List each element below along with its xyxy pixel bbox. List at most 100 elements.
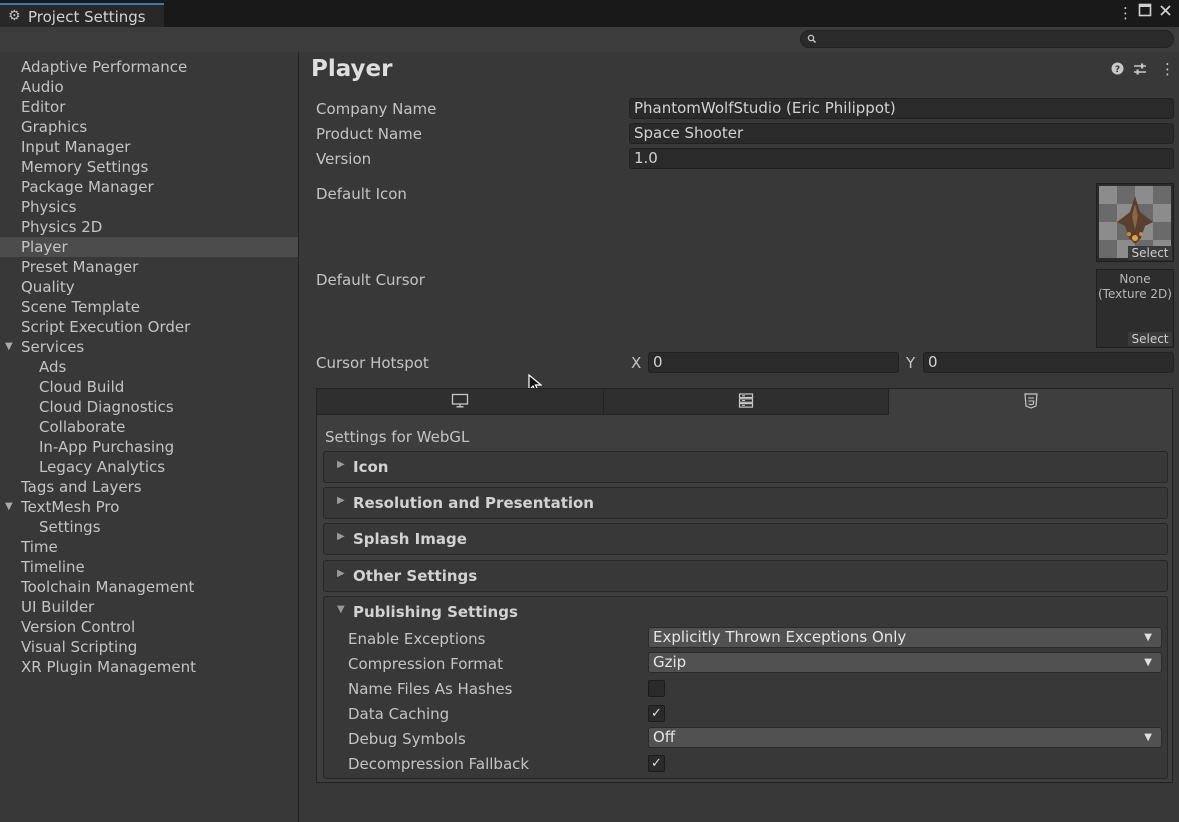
- sidebar-item-in-app-purchasing[interactable]: In-App Purchasing: [0, 437, 298, 457]
- name-files-as-hashes-label: Name Files As Hashes: [348, 680, 513, 698]
- sidebar-item-label: Toolchain Management: [21, 578, 195, 596]
- cursor-type-text: (Texture 2D): [1098, 287, 1172, 301]
- expand-arrow-icon[interactable]: ▼: [5, 337, 13, 357]
- company-name-field[interactable]: PhantomWolfStudio (Eric Philippot): [629, 98, 1174, 119]
- foldout-resolution[interactable]: ▶ Resolution and Presentation: [323, 487, 1168, 519]
- sidebar-item-textmesh-pro[interactable]: ▼ TextMesh Pro: [0, 497, 298, 517]
- sidebar-item-input-manager[interactable]: Input Manager: [0, 137, 298, 157]
- sidebar-item-memory-settings[interactable]: Memory Settings: [0, 157, 298, 177]
- cursor-none-text: None: [1119, 272, 1151, 286]
- sidebar-item-label: Ads: [39, 358, 67, 376]
- preset-sliders-icon[interactable]: [1133, 62, 1147, 80]
- tab-standalone[interactable]: [316, 388, 604, 415]
- compression-format-dropdown[interactable]: Gzip ▼: [648, 652, 1162, 673]
- dropdown-value: Off: [653, 728, 676, 746]
- sidebar-item-settings[interactable]: Settings: [0, 517, 298, 537]
- search-input[interactable]: [800, 30, 1174, 48]
- sidebar-item-editor[interactable]: Editor: [0, 97, 298, 117]
- company-name-label: Company Name: [316, 100, 437, 118]
- collapsed-arrow-icon: ▶: [337, 495, 345, 506]
- sidebar-item-label: Editor: [21, 98, 66, 116]
- sidebar-item-legacy-analytics[interactable]: Legacy Analytics: [0, 457, 298, 477]
- window-titlebar: [0, 0, 1179, 27]
- sidebar-item-label: Settings: [39, 518, 101, 536]
- tab-webgl[interactable]: [888, 388, 1173, 415]
- sidebar-item-quality[interactable]: Quality: [0, 277, 298, 297]
- sidebar-item-physics[interactable]: Physics: [0, 197, 298, 217]
- checkmark-icon: ✓: [651, 756, 662, 771]
- default-icon-select-button[interactable]: Select: [1128, 246, 1172, 260]
- context-menu-icon[interactable]: ⋮: [1160, 60, 1175, 78]
- sidebar-item-tags-and-layers[interactable]: Tags and Layers: [0, 477, 298, 497]
- search-icon: [807, 31, 817, 50]
- sidebar-item-preset-manager[interactable]: Preset Manager: [0, 257, 298, 277]
- kebab-menu-icon[interactable]: ⋮: [1118, 4, 1133, 22]
- sidebar-item-version-control[interactable]: Version Control: [0, 617, 298, 637]
- sidebar-item-timeline[interactable]: Timeline: [0, 557, 298, 577]
- sidebar-item-label: Input Manager: [21, 138, 131, 156]
- sidebar-item-graphics[interactable]: Graphics: [0, 117, 298, 137]
- foldout-splash-image[interactable]: ▶ Splash Image: [323, 523, 1168, 555]
- sidebar-item-label: Scene Template: [21, 298, 140, 316]
- foldout-other-settings[interactable]: ▶ Other Settings: [323, 560, 1168, 592]
- sidebar-item-xr-plugin-management[interactable]: XR Plugin Management: [0, 657, 298, 677]
- sidebar-item-cloud-build[interactable]: Cloud Build: [0, 377, 298, 397]
- sidebar-item-label: Adaptive Performance: [21, 58, 188, 76]
- sidebar-item-ads[interactable]: Ads: [0, 357, 298, 377]
- default-cursor-slot[interactable]: None (Texture 2D) Select: [1096, 269, 1174, 348]
- foldout-icon[interactable]: ▶ Icon: [323, 451, 1168, 483]
- collapsed-arrow-icon: ▶: [337, 459, 345, 470]
- foldout-title: Publishing Settings: [353, 603, 518, 621]
- dropdown-value: Explicitly Thrown Exceptions Only: [653, 628, 907, 646]
- sidebar-item-time[interactable]: Time: [0, 537, 298, 557]
- sidebar-item-label: Cloud Build: [39, 378, 125, 396]
- sidebar-item-physics-2d[interactable]: Physics 2D: [0, 217, 298, 237]
- default-icon-slot[interactable]: Select: [1096, 183, 1174, 262]
- sidebar-item-audio[interactable]: Audio: [0, 77, 298, 97]
- sidebar-item-visual-scripting[interactable]: Visual Scripting: [0, 637, 298, 657]
- sidebar-item-label: Version Control: [21, 618, 136, 636]
- sidebar-item-label: Script Execution Order: [21, 318, 191, 336]
- sidebar-item-ui-builder[interactable]: UI Builder: [0, 597, 298, 617]
- sidebar-item-collaborate[interactable]: Collaborate: [0, 417, 298, 437]
- version-field[interactable]: 1.0: [629, 148, 1174, 169]
- enable-exceptions-label: Enable Exceptions: [348, 630, 486, 648]
- tab-dedicated-server[interactable]: [603, 388, 889, 415]
- sidebar-item-scene-template[interactable]: Scene Template: [0, 297, 298, 317]
- sidebar-item-label: Timeline: [21, 558, 85, 576]
- debug-symbols-dropdown[interactable]: Off ▼: [648, 727, 1162, 748]
- default-cursor-select-button[interactable]: Select: [1128, 332, 1172, 346]
- sidebar-item-player[interactable]: Player: [0, 237, 298, 257]
- window-title: Project Settings: [28, 8, 146, 26]
- sidebar-item-toolchain-management[interactable]: Toolchain Management: [0, 577, 298, 597]
- help-icon[interactable]: ?: [1111, 62, 1124, 79]
- foldout-title: Other Settings: [353, 567, 478, 585]
- close-icon[interactable]: [1159, 3, 1172, 21]
- sidebar-item-services[interactable]: ▼ Services: [0, 337, 298, 357]
- sidebar-item-label: TextMesh Pro: [21, 498, 120, 516]
- expanded-arrow-icon: ▼: [337, 604, 345, 615]
- decompression-fallback-checkbox[interactable]: ✓: [648, 755, 665, 772]
- data-caching-checkbox[interactable]: ✓: [648, 705, 665, 722]
- compression-format-label: Compression Format: [348, 655, 503, 673]
- sidebar-item-label: Preset Manager: [21, 258, 139, 276]
- maximize-icon[interactable]: [1138, 3, 1152, 21]
- window-tab[interactable]: ⚙ Project Settings: [0, 3, 164, 27]
- monitor-icon: [317, 393, 603, 412]
- enable-exceptions-dropdown[interactable]: Explicitly Thrown Exceptions Only ▼: [648, 627, 1162, 648]
- sidebar-item-label: XR Plugin Management: [21, 658, 196, 676]
- sidebar-item-adaptive-performance[interactable]: Adaptive Performance: [0, 57, 298, 77]
- sidebar-item-label: UI Builder: [21, 598, 95, 616]
- foldout-title: Resolution and Presentation: [353, 494, 594, 512]
- hotspot-y-field[interactable]: 0: [923, 352, 1174, 373]
- hotspot-x-label: X: [631, 354, 642, 372]
- sidebar-item-script-execution-order[interactable]: Script Execution Order: [0, 317, 298, 337]
- hotspot-x-field[interactable]: 0: [648, 352, 899, 373]
- sidebar-item-cloud-diagnostics[interactable]: Cloud Diagnostics: [0, 397, 298, 417]
- sidebar-item-package-manager[interactable]: Package Manager: [0, 177, 298, 197]
- product-name-field[interactable]: Space Shooter: [629, 123, 1174, 144]
- expand-arrow-icon[interactable]: ▼: [5, 497, 13, 517]
- name-files-as-hashes-checkbox[interactable]: [648, 680, 665, 697]
- settings-for-label: Settings for WebGL: [325, 428, 470, 446]
- version-label: Version: [316, 150, 372, 168]
